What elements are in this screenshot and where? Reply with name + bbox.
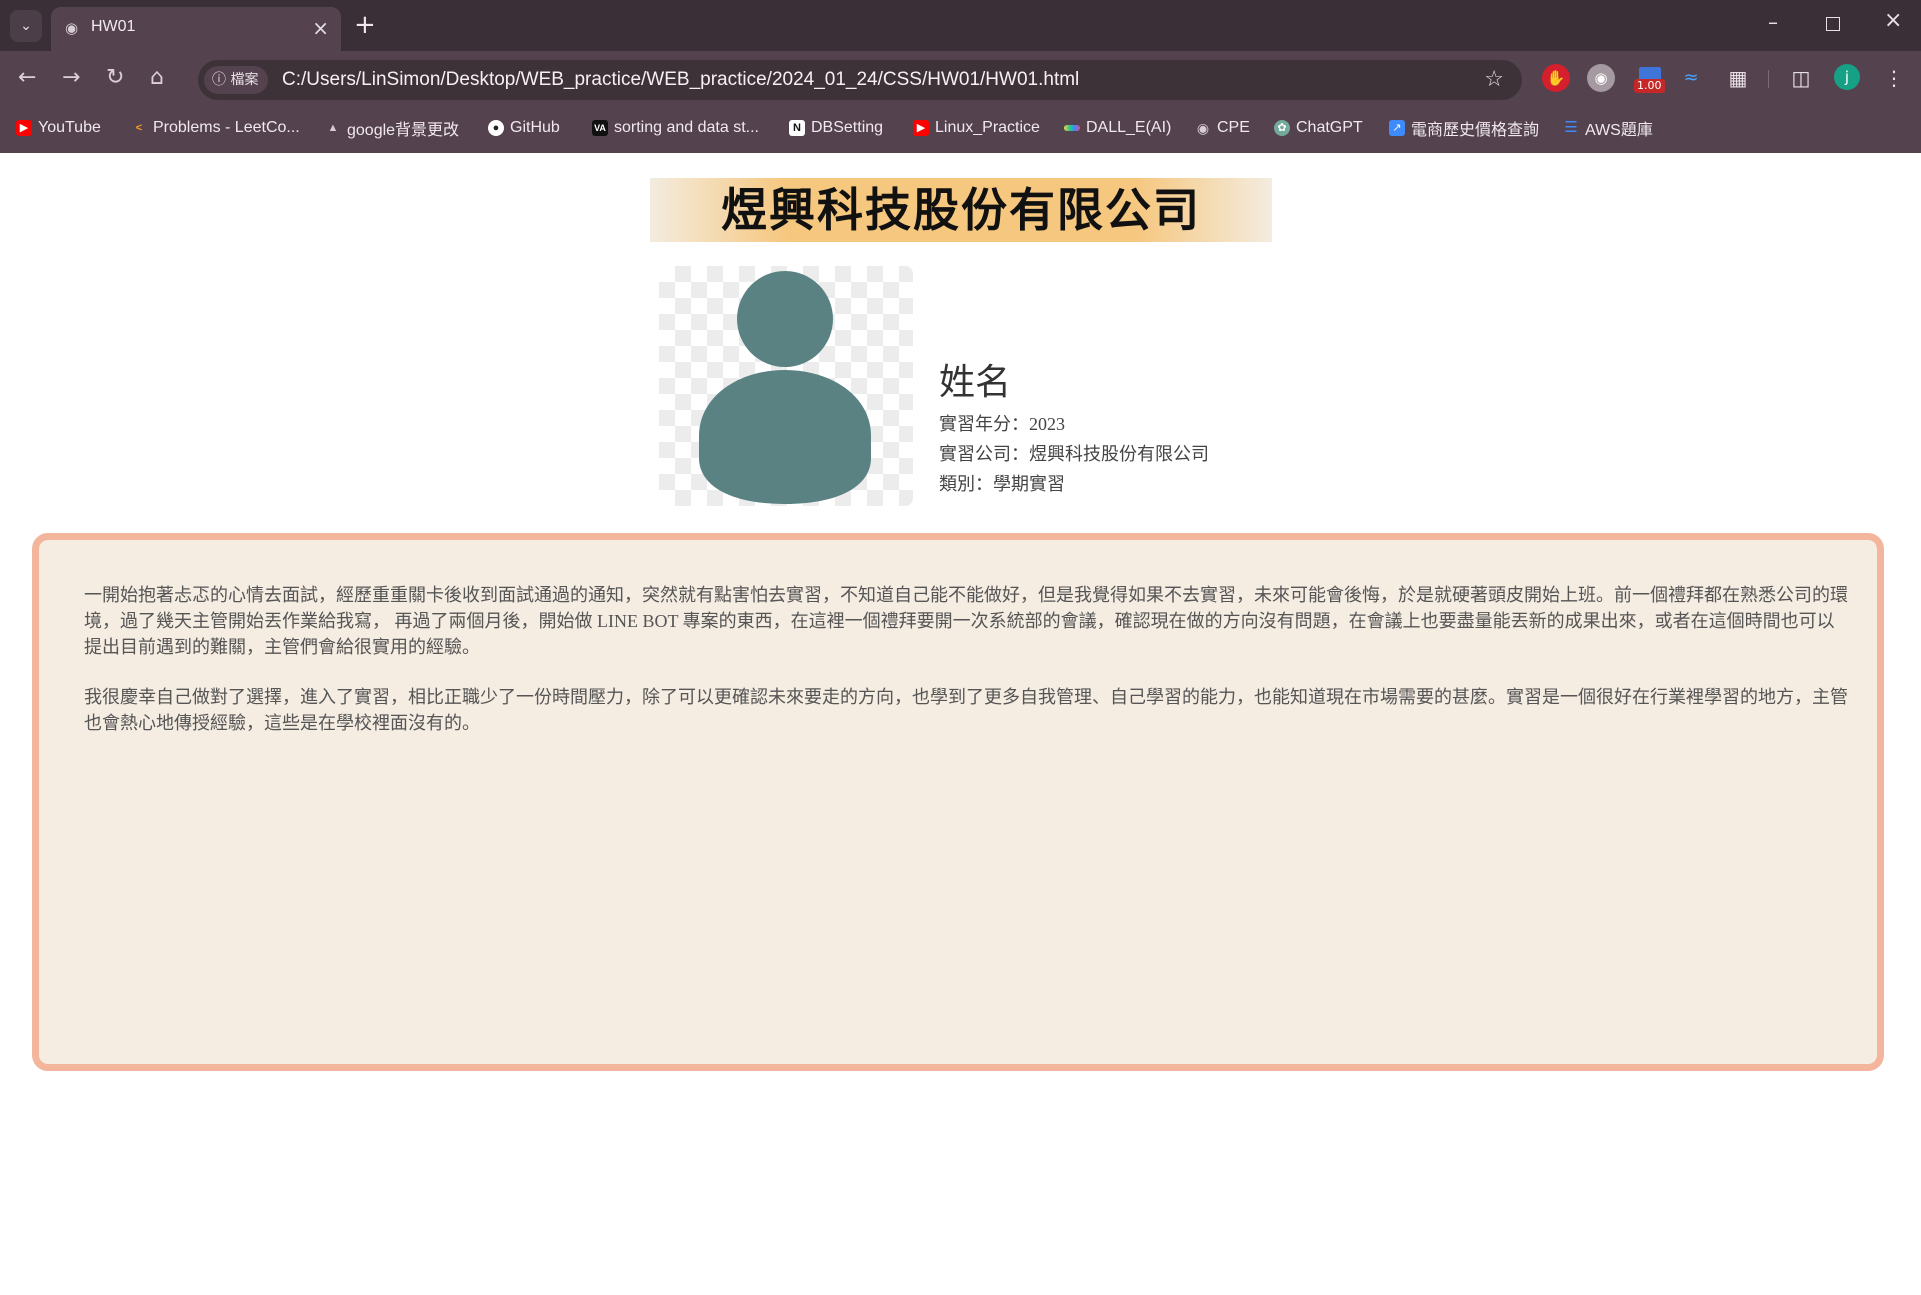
bookmark-star-icon[interactable]: ☆ <box>1484 67 1504 92</box>
experience-paragraph-2: 我很慶幸自己做對了選擇，進入了實習，相比正職少了一份時間壓力，除了可以更確認未來… <box>84 687 1848 733</box>
profile-name: 姓名 <box>939 362 1012 403</box>
internship-company: 實習公司：煜興科技股份有限公司 <box>939 444 1209 464</box>
url-text[interactable]: C:/Users/LinSimon/Desktop/WEB_practice/W… <box>282 69 1079 91</box>
chart-icon: ↗ <box>1389 120 1405 136</box>
side-panel-icon[interactable]: ◫ <box>1787 64 1815 92</box>
new-tab-plus-icon[interactable]: + <box>354 10 376 40</box>
bookmark-label: DALL_E(AI) <box>1086 119 1172 136</box>
notion-icon: N <box>789 120 805 136</box>
company-title: 煜興科技股份有限公司 <box>721 183 1201 237</box>
flask-icon: ▲ <box>327 122 339 134</box>
globe-icon: ◉ <box>65 19 79 37</box>
tab-search-chevron-down-icon[interactable]: ⌄ <box>10 10 42 42</box>
bookmark-label: Problems - LeetCo... <box>153 119 300 136</box>
bookmark-label: ChatGPT <box>1296 119 1363 136</box>
globe-icon: ◉ <box>1196 120 1210 136</box>
bookmark-aws[interactable]: ☰ AWS題庫 <box>1563 116 1653 140</box>
menu-kebab-icon[interactable]: ⋮ <box>1880 64 1908 92</box>
internship-category: 類別：學期實習 <box>939 474 1065 494</box>
forward-arrow-icon[interactable]: → <box>62 64 80 92</box>
home-icon[interactable]: ⌂ <box>150 64 164 92</box>
bookmark-youtube[interactable]: ▶ YouTube <box>16 116 101 140</box>
bookmark-cpe[interactable]: ◉ CPE <box>1195 116 1250 140</box>
toolbar-divider <box>1768 70 1769 88</box>
experience-card: 一開始抱著忐忑的心情去面試，經歷重重關卡後收到面試通過的通知，突然就有點害怕去實… <box>32 533 1884 1071</box>
close-icon[interactable]: × <box>312 16 329 40</box>
person-icon <box>699 271 871 504</box>
site-info-label: 檔案 <box>230 72 259 88</box>
owl-extension-icon[interactable]: ◉ <box>1587 64 1615 92</box>
bookmark-label: YouTube <box>38 119 101 136</box>
maximize-icon[interactable] <box>1826 12 1840 36</box>
page-viewport: 煜興科技股份有限公司 姓名 實習年分：2023 實習公司：煜興科技股份有限公司 … <box>0 153 1921 1295</box>
bookmark-label: DBSetting <box>811 119 884 136</box>
video-speed-extension-icon[interactable]: 1.00 <box>1630 64 1670 93</box>
bookmark-label: sorting and data st... <box>614 119 759 136</box>
bookmark-leetcode[interactable]: < Problems - LeetCo... <box>131 116 300 140</box>
profile-avatar[interactable]: j <box>1834 64 1860 90</box>
bookmark-chatgpt[interactable]: ✿ ChatGPT <box>1274 116 1363 140</box>
chatgpt-icon: ✿ <box>1274 120 1290 136</box>
profile-initial: j <box>1844 68 1850 86</box>
internship-year: 實習年分：2023 <box>939 414 1065 434</box>
bookmark-google-bg[interactable]: ▲ google背景更改 <box>325 116 460 140</box>
back-arrow-icon[interactable]: ← <box>18 64 36 92</box>
bookmark-sorting[interactable]: VA sorting and data st... <box>592 116 759 140</box>
tab-title: HW01 <box>91 18 136 35</box>
youtube-icon: ▶ <box>16 120 32 136</box>
speed-badge: 1.00 <box>1634 79 1665 93</box>
list-icon: ☰ <box>1564 119 1578 136</box>
bookmarks-bar: ▶ YouTube < Problems - LeetCo... ▲ googl… <box>0 110 1921 146</box>
bookmark-label: GitHub <box>510 119 560 136</box>
site-info-chip[interactable]: ⓘ 檔案 <box>204 66 269 94</box>
tab-hw01[interactable]: ◉ HW01 × <box>51 7 341 51</box>
bookmark-github[interactable]: ● GitHub <box>488 116 560 140</box>
va-icon: VA <box>592 120 608 136</box>
extensions-puzzle-icon[interactable]: ▦ <box>1724 64 1752 92</box>
address-bar[interactable]: ⓘ 檔案 C:/Users/LinSimon/Desktop/WEB_pract… <box>198 60 1522 100</box>
read-aloud-extension-icon[interactable]: ≈ <box>1677 64 1705 92</box>
youtube-icon: ▶ <box>913 120 929 136</box>
browser-chrome: ⌄ ◉ HW01 × + – × ← → ↻ ⌂ ⓘ 檔案 C:/Users/L… <box>0 0 1921 153</box>
reload-icon[interactable]: ↻ <box>106 64 124 92</box>
bookmark-dbsetting[interactable]: N DBSetting <box>789 116 883 140</box>
leetcode-icon: < <box>135 122 143 134</box>
adblock-extension-icon[interactable]: ✋ <box>1542 64 1570 92</box>
dalle-icon <box>1064 125 1080 131</box>
github-icon: ● <box>488 120 504 136</box>
minimize-icon[interactable]: – <box>1768 10 1778 34</box>
experience-paragraph-1: 一開始抱著忐忑的心情去面試，經歷重重關卡後收到面試通過的通知，突然就有點害怕去實… <box>84 585 1848 657</box>
close-window-icon[interactable]: × <box>1884 8 1902 33</box>
tab-strip: ⌄ ◉ HW01 × + – × <box>0 0 1921 51</box>
avatar <box>659 266 913 506</box>
company-banner: 煜興科技股份有限公司 <box>650 178 1272 242</box>
bookmark-label: CPE <box>1217 119 1250 136</box>
bookmark-label: Linux_Practice <box>935 119 1040 136</box>
bookmark-label: 電商歷史價格查詢 <box>1411 122 1540 139</box>
bookmark-price-history[interactable]: ↗ 電商歷史價格查詢 <box>1389 116 1539 140</box>
info-icon: ⓘ <box>212 72 226 88</box>
bookmark-label: AWS題庫 <box>1585 122 1653 139</box>
profile-info: 姓名 實習年分：2023 實習公司：煜興科技股份有限公司 類別：學期實習 <box>939 361 1209 499</box>
bookmark-dalle[interactable]: DALL_E(AI) <box>1064 116 1171 140</box>
bookmark-linux-practice[interactable]: ▶ Linux_Practice <box>913 116 1040 140</box>
bookmark-label: google背景更改 <box>347 122 460 139</box>
